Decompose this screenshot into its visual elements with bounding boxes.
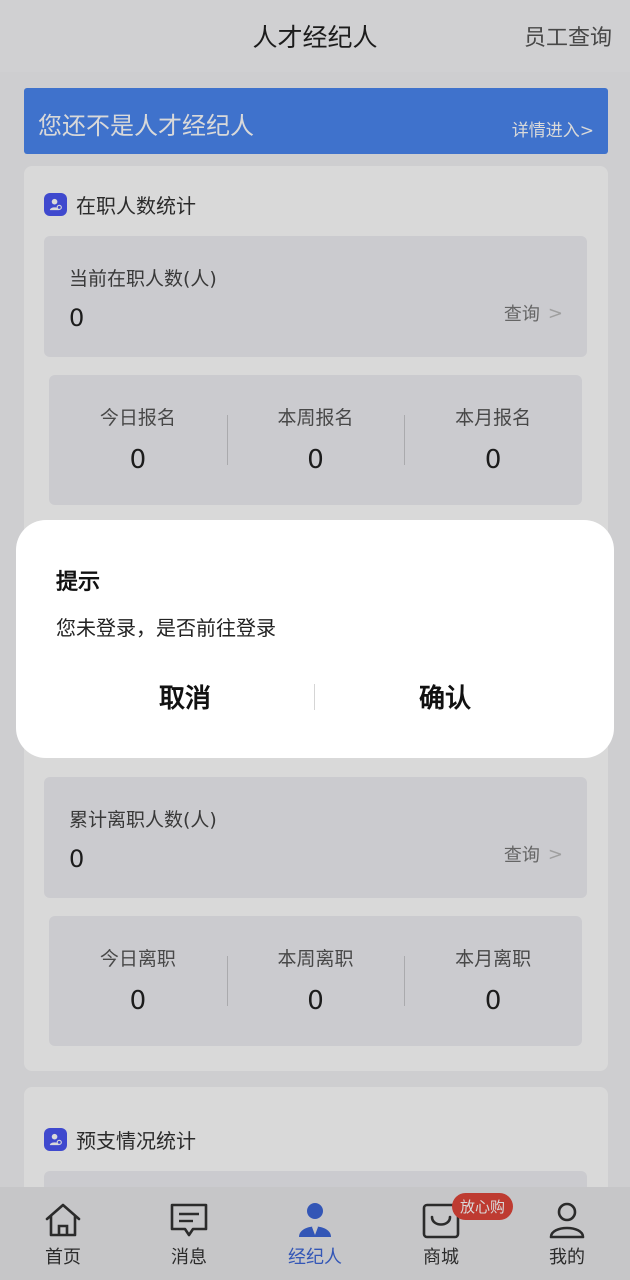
cancel-button[interactable]: 取消 [50,678,320,715]
tabbar-overlay [0,1187,630,1280]
login-prompt-dialog: 提示 您未登录，是否前往登录 取消 确认 [16,520,614,758]
dialog-title: 提示 [56,570,101,595]
dialog-message: 您未登录，是否前往登录 [56,616,276,640]
confirm-button[interactable]: 确认 [310,678,580,715]
